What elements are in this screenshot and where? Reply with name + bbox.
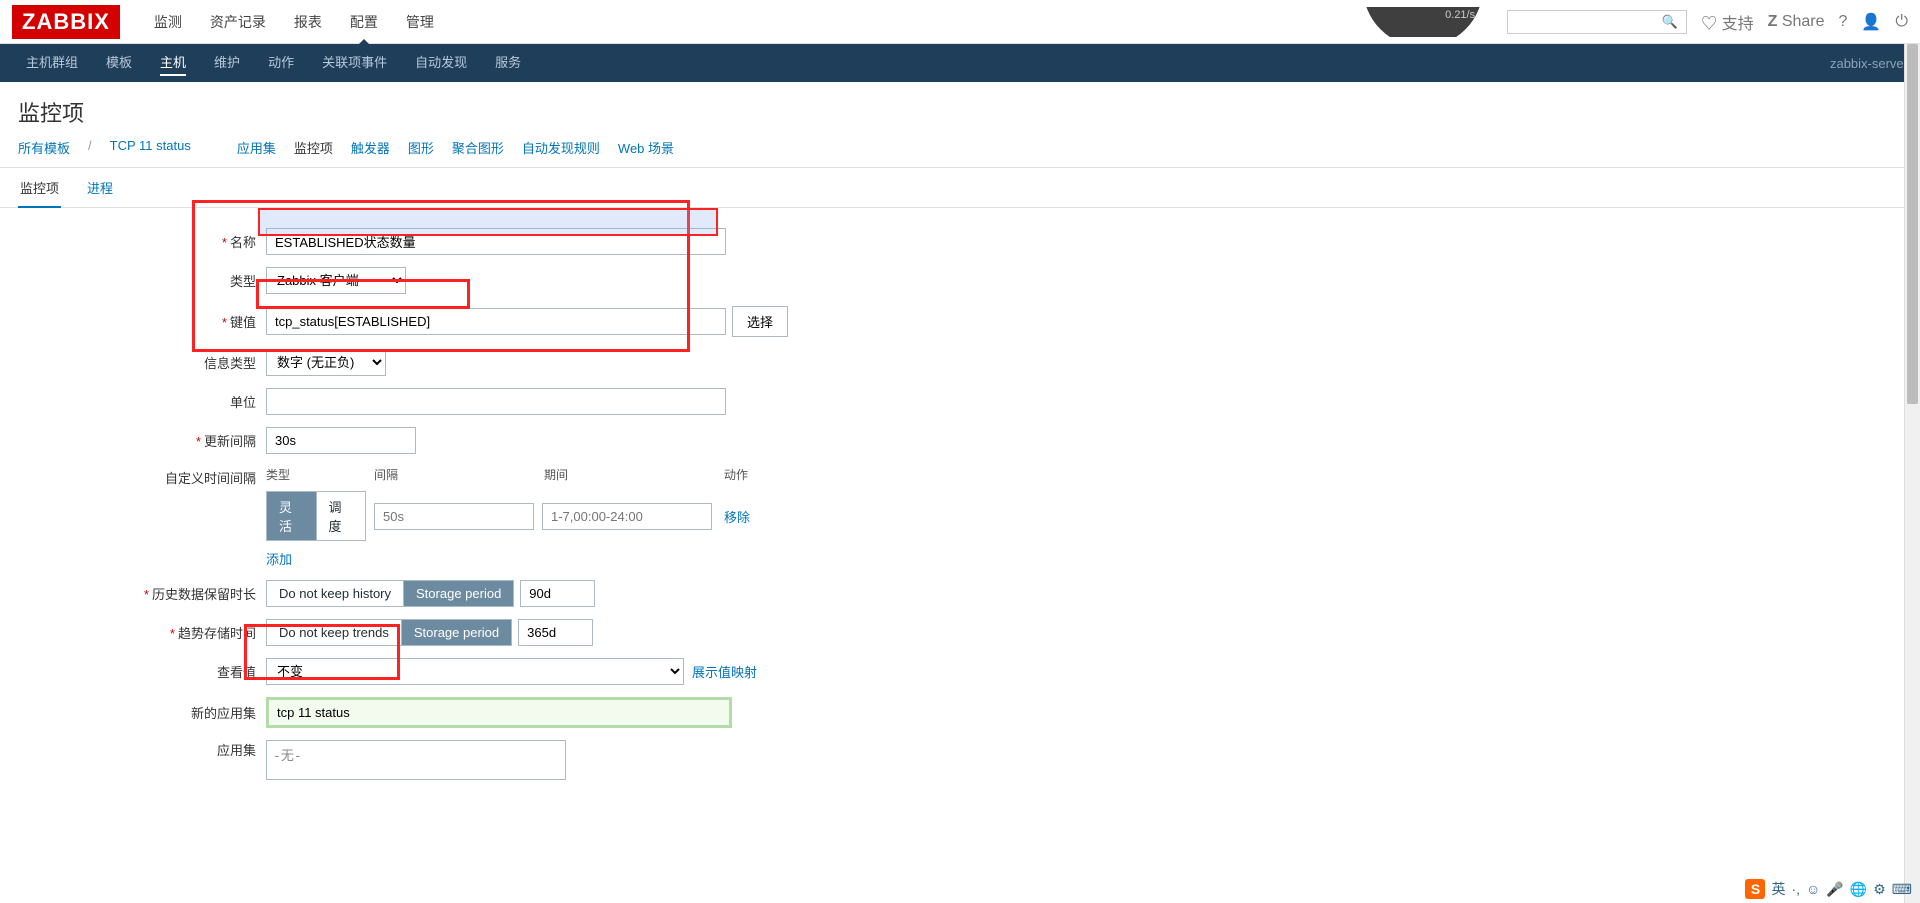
item-form: *名称 类型 Zabbix 客户端 *键值 选择 信息类型 数字 (无正负) 单…	[0, 208, 1920, 812]
server-name: zabbix-server	[1830, 56, 1908, 71]
link-ci-remove[interactable]: 移除	[724, 507, 750, 526]
logo: ZABBIX	[12, 5, 120, 39]
input-history[interactable]	[520, 580, 595, 607]
label-units: 单位	[230, 395, 256, 410]
listbox-apps[interactable]: -无-	[266, 740, 566, 780]
power-icon[interactable]: ⏻	[1895, 13, 1908, 31]
seg-history-nokeeep[interactable]: Do not keep history	[267, 581, 404, 606]
input-new-app[interactable]	[266, 697, 732, 728]
ci-header-period: 期间	[544, 466, 724, 483]
topnav-items: 监测 资产记录 报表 配置 管理	[140, 0, 1363, 44]
label-custom-interval: 自定义时间间隔	[165, 471, 256, 486]
ci-header-interval: 间隔	[374, 466, 544, 483]
input-units[interactable]	[266, 388, 726, 415]
ime-badge-icon[interactable]: S	[1745, 879, 1765, 899]
share-link[interactable]: Z Share	[1768, 13, 1825, 31]
seg-history-storage[interactable]: Storage period	[404, 581, 513, 606]
tab-item[interactable]: 监控项	[18, 168, 61, 207]
item-tabs: 监控项 进程	[0, 168, 1920, 208]
seg-trends-storage[interactable]: Storage period	[402, 620, 511, 645]
subnav-templates[interactable]: 模板	[92, 44, 146, 82]
input-ci-period[interactable]	[542, 503, 712, 530]
topnav-configuration[interactable]: 配置	[336, 0, 392, 44]
subnav-hostgroups[interactable]: 主机群组	[12, 44, 92, 82]
bc-screens[interactable]: 聚合图形	[452, 138, 504, 157]
input-key[interactable]	[266, 308, 726, 335]
breadcrumb-all-templates[interactable]: 所有模板	[18, 138, 70, 157]
input-update-interval[interactable]	[266, 427, 416, 454]
bc-triggers[interactable]: 触发器	[351, 138, 390, 157]
ci-header-action: 动作	[724, 466, 748, 483]
subnav-services[interactable]: 服务	[481, 44, 535, 82]
label-new-app: 新的应用集	[191, 706, 256, 721]
seg-flexible[interactable]: 灵活	[267, 492, 317, 540]
label-name: 名称	[230, 235, 256, 250]
input-trends[interactable]	[518, 619, 593, 646]
vertical-scrollbar[interactable]	[1904, 44, 1920, 903]
select-type[interactable]: Zabbix 客户端	[266, 267, 406, 294]
label-history: 历史数据保留时长	[152, 587, 256, 602]
help-icon[interactable]: ?	[1839, 13, 1848, 31]
bc-graphs[interactable]: 图形	[408, 138, 434, 157]
scrollbar-thumb[interactable]	[1907, 44, 1918, 404]
label-apps: 应用集	[217, 743, 256, 758]
sub-navigation: 主机群组 模板 主机 维护 动作 关联项事件 自动发现 服务 zabbix-se…	[0, 44, 1920, 82]
ime-lang[interactable]: 英	[1771, 879, 1785, 899]
ci-header-type: 类型	[266, 466, 374, 483]
subnav-maintenance[interactable]: 维护	[200, 44, 254, 82]
system-tray: S 英 ·, ☺ 🎤 🌐 ⚙ ⌨	[1745, 879, 1912, 899]
search-icon: 🔍	[1662, 14, 1678, 30]
link-show-valuemap[interactable]: 展示值映射	[692, 662, 757, 681]
input-ci-interval[interactable]	[374, 503, 534, 530]
label-valuemap: 查看值	[217, 665, 256, 680]
bc-items[interactable]: 监控项	[294, 138, 333, 157]
label-trends: 趋势存储时间	[178, 626, 256, 641]
subnav-actions[interactable]: 动作	[254, 44, 308, 82]
label-key: 键值	[230, 315, 256, 330]
tray-mic-icon[interactable]: 🎤	[1826, 881, 1843, 898]
select-valuemap[interactable]: 不变	[266, 658, 684, 685]
subnav-correlation[interactable]: 关联项事件	[308, 44, 401, 82]
link-ci-add[interactable]: 添加	[266, 549, 750, 568]
support-link[interactable]: ♡ 支持	[1701, 10, 1753, 34]
topnav-administration[interactable]: 管理	[392, 0, 448, 44]
bc-web[interactable]: Web 场景	[618, 138, 674, 157]
breadcrumb: 所有模板 / TCP 11 status 应用集 监控项 触发器 图形 聚合图形…	[0, 138, 1920, 168]
top-navigation: ZABBIX 监测 资产记录 报表 配置 管理 0.21/s 🔍 ♡ 支持 Z …	[0, 0, 1920, 44]
label-info-type: 信息类型	[204, 356, 256, 371]
topnav-monitoring[interactable]: 监测	[140, 0, 196, 44]
breadcrumb-template[interactable]: TCP 11 status	[110, 138, 191, 157]
global-search[interactable]: 🔍	[1507, 10, 1687, 34]
tray-sep: ·,	[1791, 881, 1800, 897]
topnav-reports[interactable]: 报表	[280, 0, 336, 44]
topnav-inventory[interactable]: 资产记录	[196, 0, 280, 44]
label-update-interval: 更新间隔	[204, 434, 256, 449]
seg-trends-nokeep[interactable]: Do not keep trends	[267, 620, 402, 645]
input-name[interactable]	[266, 228, 726, 255]
tab-preprocessing[interactable]: 进程	[85, 168, 115, 207]
bc-discovery[interactable]: 自动发现规则	[522, 138, 600, 157]
tray-keyboard-icon[interactable]: ⌨	[1892, 881, 1912, 898]
tray-settings-icon[interactable]: ⚙	[1873, 881, 1886, 898]
seg-scheduling[interactable]: 调度	[317, 492, 366, 540]
gauge-widget: 0.21/s	[1363, 7, 1483, 37]
label-type: 类型	[230, 274, 256, 289]
subnav-discovery[interactable]: 自动发现	[401, 44, 481, 82]
tray-globe-icon[interactable]: 🌐	[1850, 881, 1867, 898]
select-info-type[interactable]: 数字 (无正负)	[266, 349, 386, 376]
bc-applications[interactable]: 应用集	[237, 138, 276, 157]
subnav-hosts[interactable]: 主机	[146, 44, 200, 82]
user-icon[interactable]: 👤	[1861, 12, 1881, 32]
button-select-key[interactable]: 选择	[732, 306, 788, 337]
tray-smile-icon[interactable]: ☺	[1806, 881, 1820, 897]
page-title: 监控项	[0, 82, 1920, 138]
